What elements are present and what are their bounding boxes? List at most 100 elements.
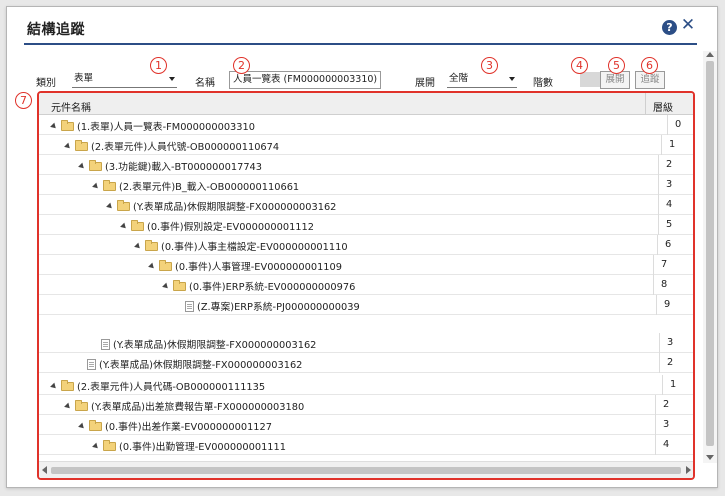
tree-row[interactable]: (0.事件)人事主檔設定-EV000000001110 6 [39,235,693,255]
tree-node-label: (0.事件)人事管理-EV000000001109 [175,262,342,273]
tree-row-level: 6 [665,239,672,250]
tree-node[interactable]: (3.功能鍵)載入-BT000000017743 [78,159,263,173]
tree-row-level: 5 [666,219,673,230]
annotation-badge-3: 3 [481,57,498,74]
tree-node-label: (Z.專案)ERP系統-PJ000000000039 [197,302,360,313]
tree-row[interactable]: (0.事件)出勤管理-EV000000001111 4 [39,435,693,455]
column-divider [655,435,656,455]
folder-icon [103,440,116,451]
tree-row[interactable]: (0.事件)假別設定-EV000000001112 5 [39,215,693,235]
tree-row[interactable]: (2.表單元件)B_載入-OB000000110661 3 [39,175,693,195]
level-count-label: 階數 [533,78,553,89]
document-icon [185,301,194,312]
tree-row[interactable]: (Y.表單成品)休假期限調整-FX000000003162 3 [39,333,693,353]
folder-icon [173,280,186,291]
tree-node[interactable]: (2.表單元件)人員代碼-OB000000111135 [50,379,266,393]
tree-body: (1.表單)人員一覽表-FM000000003310 0 (2.表單元件)人員代號-… [39,115,693,460]
tree-node[interactable]: (0.事件)人事主檔設定-EV000000001110 [134,239,348,253]
tree-node[interactable]: (2.表單元件)人員代號-OB000000110674 [64,139,280,153]
expand-toggle-icon[interactable] [120,222,128,231]
document-icon [87,359,96,370]
tree-node-label: (Y.表單成品)出差旅費報告單-FX000000003180 [91,402,305,413]
tree-row[interactable]: (Y.表單成品)休假期限調整-FX000000003162 2 [39,353,693,373]
tree-row[interactable]: (Z.專案)ERP系統-PJ000000000039 9 [39,295,693,315]
tree-row[interactable]: (0.事件)人事管理-EV000000001109 7 [39,255,693,275]
tree-node[interactable]: (Z.專案)ERP系統-PJ000000000039 [185,299,360,313]
name-label: 名稱 [195,78,215,89]
tree-node-label: (2.表單元件)人員代號-OB000000110674 [91,142,280,153]
help-icon[interactable]: ? [662,20,677,35]
expand-toggle-icon[interactable] [106,202,114,211]
tree-row[interactable]: (0.事件)出差作業-EV000000001127 3 [39,415,693,435]
column-header-level[interactable]: 層級 [653,99,673,114]
tree-row-level: 7 [661,259,668,270]
scrollbar-thumb[interactable] [706,61,714,446]
tree-row[interactable]: (3.功能鍵)載入-BT000000017743 2 [39,155,693,175]
tree-node-label: (2.表單元件)人員代碼-OB000000111135 [77,382,266,393]
expand-toggle-icon[interactable] [162,282,170,291]
tree-row[interactable]: (2.表單元件)人員代碼-OB000000111135 1 [39,375,693,395]
scroll-left-arrow-icon[interactable] [42,466,47,474]
tree-node-label: (0.事件)出差作業-EV000000001127 [105,422,272,433]
structure-trace-dialog: 結構追蹤 ? ✕ 類別 表單 名稱 人員一覽表 (FM000000003310)… [6,6,718,488]
column-divider [659,333,660,353]
scroll-up-arrow-icon[interactable] [706,52,714,57]
tree-horizontal-scrollbar[interactable] [39,461,693,478]
folder-icon [131,220,144,231]
tree-node[interactable]: (Y.表單成品)休假期限調整-FX000000003162 [87,357,302,371]
tree-node[interactable]: (0.事件)ERP系統-EV000000000976 [162,279,355,293]
tree-node[interactable]: (0.事件)出勤管理-EV000000001111 [92,439,286,453]
tree-row[interactable]: (Y.表單成品)休假期限調整-FX000000003162 4 [39,195,693,215]
tree-row-level: 2 [663,399,670,410]
tree-node[interactable]: (0.事件)出差作業-EV000000001127 [78,419,272,433]
category-select[interactable]: 表單 [72,72,177,88]
expand-toggle-icon[interactable] [78,422,86,431]
expand-toggle-icon[interactable] [50,122,58,131]
scroll-down-arrow-icon[interactable] [706,455,714,460]
tree-node[interactable]: (2.表單元件)B_載入-OB000000110661 [92,179,299,193]
category-select-value: 表單 [74,73,94,84]
scroll-right-arrow-icon[interactable] [686,466,691,474]
tree-row[interactable]: (2.表單元件)人員代號-OB000000110674 1 [39,135,693,155]
tree-node-label: (Y.表單成品)休假期限調整-FX000000003162 [113,340,317,351]
scrollbar-thumb[interactable] [51,467,681,474]
tree-node[interactable]: (0.事件)人事管理-EV000000001109 [148,259,342,273]
expand-toggle-icon[interactable] [78,162,86,171]
tree-row-level: 3 [663,419,670,430]
folder-icon [145,240,158,251]
expand-toggle-icon[interactable] [148,262,156,271]
category-label: 類別 [36,78,56,89]
header-divider [24,43,697,45]
column-divider [656,295,657,315]
close-icon[interactable]: ✕ [680,16,696,34]
tree-node-label: (0.事件)假別設定-EV000000001112 [147,222,314,233]
column-header-name[interactable]: 元件名稱 [51,99,91,114]
tree-node-label: (3.功能鍵)載入-BT000000017743 [105,162,263,173]
tree-node[interactable]: (Y.表單成品)休假期限調整-FX000000003162 [106,199,336,213]
column-divider [653,275,654,295]
annotation-badge-7: 7 [15,92,32,109]
column-divider [662,375,663,395]
tree-row-level: 3 [666,179,673,190]
name-input[interactable]: 人員一覽表 (FM000000003310) [229,71,381,89]
dialog-vertical-scrollbar[interactable] [703,51,717,463]
expand-toggle-icon[interactable] [134,242,142,251]
expand-mode-select[interactable]: 全階 [447,72,517,88]
tree-node[interactable]: (1.表單)人員一覽表-FM000000003310 [50,119,255,133]
expand-mode-label: 展開 [415,78,435,89]
expand-toggle-icon[interactable] [64,142,72,151]
structure-tree: 元件名稱 層級 (1.表單)人員一覽表-FM000000003310 0 (2.表單… [37,91,695,480]
tree-row[interactable]: (1.表單)人員一覽表-FM000000003310 0 [39,115,693,135]
expand-toggle-icon[interactable] [64,402,72,411]
column-divider [658,195,659,215]
tree-row[interactable]: (0.事件)ERP系統-EV000000000976 8 [39,275,693,295]
tree-node[interactable]: (Y.表單成品)休假期限調整-FX000000003162 [101,337,316,351]
tree-row[interactable]: (Y.表單成品)出差旅費報告單-FX000000003180 2 [39,395,693,415]
expand-toggle-icon[interactable] [92,182,100,191]
tree-node[interactable]: (Y.表單成品)出差旅費報告單-FX000000003180 [64,399,305,413]
expand-toggle-icon[interactable] [50,382,58,391]
annotation-badge-4: 4 [571,57,588,74]
annotation-badge-1: 1 [150,57,167,74]
expand-toggle-icon[interactable] [92,442,100,451]
tree-node[interactable]: (0.事件)假別設定-EV000000001112 [120,219,314,233]
